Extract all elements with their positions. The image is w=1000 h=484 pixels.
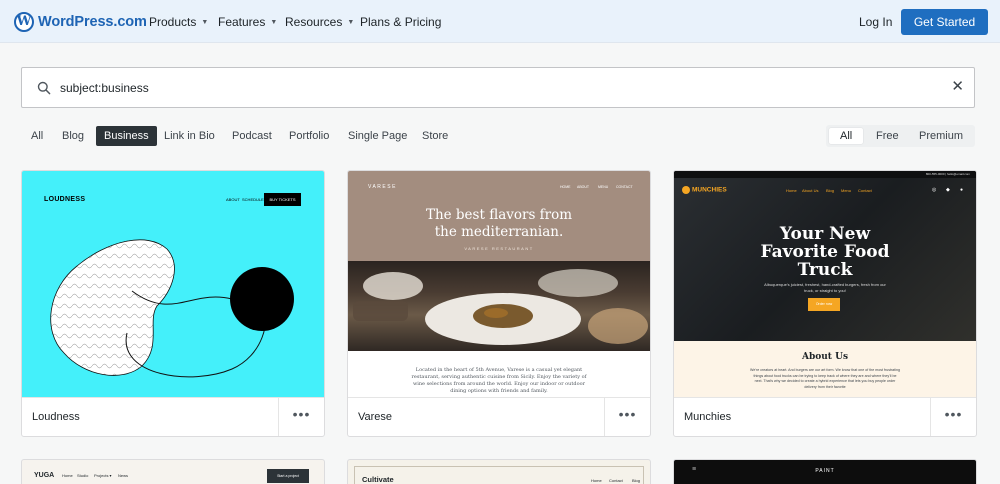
preview-menu-item: Studio [77, 473, 89, 478]
preview-menu-item: News [118, 473, 129, 478]
preview-menu-item: Menu [841, 188, 852, 193]
preview-tagline: Albuquerque's juiciest, freshest, hand-c… [764, 282, 886, 293]
burger-logo-icon [682, 186, 690, 194]
nav-resources-label: Resources [285, 15, 343, 29]
preview-logo: VARESE [368, 184, 397, 190]
card-footer: Loudness ••• [22, 397, 324, 436]
filter-link-in-bio[interactable]: Link in Bio [164, 130, 215, 142]
food-photo [348, 261, 650, 351]
preview-menu-item: Contact [858, 188, 872, 193]
preview-menu-item: Home [62, 473, 73, 478]
get-started-button[interactable]: Get Started [901, 9, 988, 35]
preview-body: Located in the heart of 5th Avenue, Vare… [411, 367, 587, 394]
preview-headline-line: Truck [797, 260, 853, 280]
caret-down-icon: ▼ [201, 18, 209, 26]
facebook-icon: ● [960, 187, 964, 193]
preview-about-title: About Us [801, 352, 849, 362]
search-box[interactable]: subject:business ✕ [21, 67, 975, 108]
preview-menu-item: ABOUT [577, 185, 590, 189]
nav-plans-label: Plans & Pricing [360, 15, 442, 29]
theme-name[interactable]: Varese [358, 411, 392, 423]
preview-logo: PAINT [815, 468, 835, 474]
theme-card-munchies[interactable]: 800-555-0000 | hello@email.com MUNCHIES … [673, 170, 977, 437]
brand-link[interactable]: W WordPress.com [14, 11, 147, 33]
nav-features[interactable]: Features ▼ [218, 15, 277, 29]
preview-button: Order now [808, 298, 840, 311]
preview-menu-item: Contact [609, 478, 623, 483]
preview-top-strip: 800-555-0000 | hello@email.com [674, 171, 976, 178]
preview-menu-item: Blog [632, 478, 641, 483]
tier-free[interactable]: Free [876, 128, 899, 144]
login-link[interactable]: Log In [859, 15, 892, 29]
preview-headline-line: Favorite Food [760, 242, 890, 262]
preview-menu-item: HOME [560, 185, 571, 189]
theme-card-varese[interactable]: VARESE HOME ABOUT MENU CONTACT The best … [347, 170, 651, 437]
close-icon[interactable]: ✕ [951, 78, 964, 96]
preview-subheading: VARESE RESTAURANT [464, 246, 534, 251]
theme-name[interactable]: Munchies [684, 411, 731, 423]
preview-menu-item: Home [591, 478, 602, 483]
tier-toggle: All Free Premium [826, 125, 975, 147]
card-footer: Munchies ••• [674, 397, 976, 436]
preview-menu-item: Projects ▾ [94, 473, 112, 478]
filter-store[interactable]: Store [422, 130, 448, 142]
theme-card-loudness[interactable]: LOUDNESS ABOUT SCHEDULE BUY TICKETS Loud… [21, 170, 325, 437]
theme-name[interactable]: Loudness [32, 411, 80, 423]
preview-logo: YUGA [34, 472, 55, 479]
filter-single-page[interactable]: Single Page [348, 130, 407, 142]
theme-card-yuga[interactable]: YUGA Home Studio Projects ▾ News Start a… [21, 459, 325, 484]
theme-preview[interactable]: 800-555-0000 | hello@email.com MUNCHIES … [674, 171, 976, 397]
theme-card-paint[interactable]: ≡ PAINT [673, 459, 977, 484]
preview-menu-item: About Us [802, 188, 819, 193]
preview-headline-line: the mediterranian. [434, 224, 564, 240]
preview-logo: MUNCHIES [682, 186, 727, 194]
preview-about-text: We're creators at heart. And burgers are… [750, 368, 900, 389]
nav-features-label: Features [218, 15, 266, 29]
filter-portfolio[interactable]: Portfolio [289, 130, 329, 142]
theme-preview[interactable]: LOUDNESS ABOUT SCHEDULE BUY TICKETS [22, 171, 324, 397]
filter-business[interactable]: Business [96, 126, 157, 146]
wordpress-logo-icon: W [14, 12, 34, 32]
caret-down-icon: ▼ [347, 18, 355, 26]
preview-menu-item: Home [786, 188, 797, 193]
preview-menu-item: CONTACT [616, 185, 633, 189]
preview-menu-item: Blog [826, 188, 835, 193]
more-options-icon[interactable]: ••• [604, 398, 650, 436]
preview-logo-text: MUNCHIES [692, 186, 727, 194]
preview-logo: Cultivate [362, 475, 394, 484]
tier-all[interactable]: All [829, 128, 864, 144]
preview-headline-line: Your New [779, 224, 871, 244]
caret-down-icon: ▼ [270, 18, 278, 26]
tier-premium[interactable]: Premium [919, 128, 963, 144]
filter-blog[interactable]: Blog [62, 130, 84, 142]
filter-all[interactable]: All [31, 130, 43, 142]
search-input[interactable]: subject:business [60, 81, 149, 95]
more-options-icon[interactable]: ••• [278, 398, 324, 436]
search-icon [37, 81, 51, 95]
filter-podcast[interactable]: Podcast [232, 130, 272, 142]
preview-headline: Your New Favorite Food Truck [674, 225, 976, 279]
theme-preview[interactable]: VARESE HOME ABOUT MENU CONTACT The best … [348, 171, 650, 397]
plate-illustration [353, 269, 648, 345]
more-options-icon[interactable]: ••• [930, 398, 976, 436]
theme-card-cultivate[interactable]: Cultivate Home Contact Blog [347, 459, 651, 484]
brand-name: WordPress.com [38, 14, 147, 30]
instagram-icon: ◎ [932, 187, 937, 193]
abstract-blob-illustration [50, 239, 294, 378]
nav-resources[interactable]: Resources ▼ [285, 15, 354, 29]
preview-headline-line: The best flavors from [425, 207, 573, 223]
preview-menu-item: MENU [598, 185, 609, 189]
nav-products-label: Products [149, 15, 197, 29]
top-nav: W WordPress.com Products ▼ Features ▼ Re… [0, 0, 1000, 43]
nav-products[interactable]: Products ▼ [149, 15, 208, 29]
twitter-icon: ◆ [946, 187, 950, 193]
card-footer: Varese ••• [348, 397, 650, 436]
preview-button: Start a project [267, 469, 309, 483]
preview-headline: The best flavors from the mediterranian. [348, 207, 650, 241]
preview-contact: 800-555-0000 | hello@email.com [925, 172, 970, 176]
nav-plans-pricing[interactable]: Plans & Pricing [360, 15, 441, 29]
